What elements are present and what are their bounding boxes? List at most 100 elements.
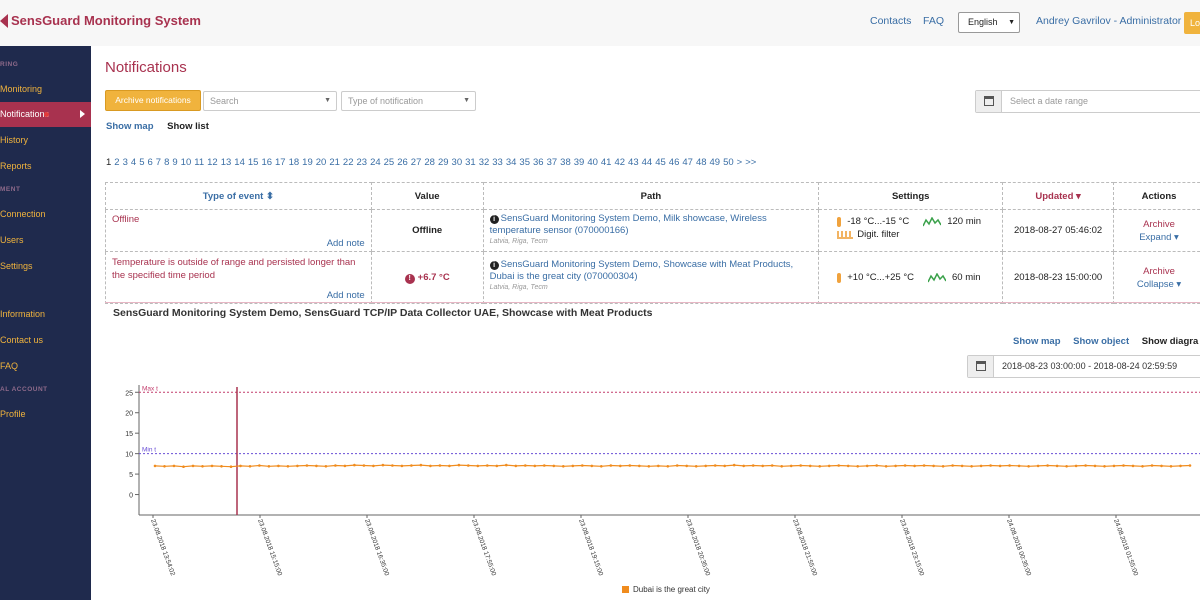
page-link[interactable]: 36 [533, 157, 544, 168]
view-switch: Show map Show list [106, 121, 209, 132]
page-link[interactable]: 42 [614, 157, 625, 168]
column-updated[interactable]: Updated ▾ [1002, 182, 1115, 210]
data-point [239, 464, 242, 468]
page-link[interactable]: 6 [147, 157, 152, 168]
language-select[interactable]: English ▼ [958, 12, 1020, 33]
filter-icon [837, 230, 854, 239]
detail-title: SensGuard Monitoring System Demo, SensGu… [113, 307, 653, 319]
page-link[interactable]: 34 [506, 157, 517, 168]
page-link[interactable]: 40 [587, 157, 598, 168]
collapse-link[interactable]: Collapse ▾ [1137, 279, 1181, 290]
page-link[interactable]: 30 [452, 157, 463, 168]
add-note-link[interactable]: Add note [327, 290, 365, 301]
page-link[interactable]: 31 [465, 157, 476, 168]
chart-date-range-picker[interactable]: 2018-08-23 03:00:00 - 2018-08-24 02:59:5… [967, 355, 1200, 378]
sidebar-item-history[interactable]: History [0, 135, 28, 145]
show-object-link[interactable]: Show object [1073, 336, 1129, 347]
show-map-link[interactable]: Show map [106, 121, 154, 132]
page-link[interactable]: 21 [329, 157, 340, 168]
page-link[interactable]: 23 [356, 157, 367, 168]
page-link[interactable]: 32 [479, 157, 490, 168]
page-link[interactable]: 2 [114, 157, 119, 168]
path-link[interactable]: SensGuard Monitoring System Demo, Milk s… [490, 213, 767, 236]
page-link[interactable]: 26 [397, 157, 408, 168]
sidebar-item-monitoring[interactable]: Monitoring [0, 84, 42, 94]
date-range-picker[interactable]: Select a date range [975, 90, 1200, 113]
page-link[interactable]: 16 [261, 157, 272, 168]
detail-show-map-link[interactable]: Show map [1013, 336, 1061, 347]
page-link[interactable]: 29 [438, 157, 449, 168]
page-link[interactable]: 39 [574, 157, 585, 168]
page-link[interactable]: 19 [302, 157, 313, 168]
data-point [875, 464, 878, 467]
sidebar-item-settings[interactable]: Settings [0, 261, 33, 271]
page-link[interactable]: 24 [370, 157, 381, 168]
sidebar-item-contact-us[interactable]: Contact us [0, 335, 43, 345]
page-link[interactable]: 49 [710, 157, 721, 168]
brand[interactable]: SensGuard Monitoring System [0, 13, 201, 28]
page-link[interactable]: 17 [275, 157, 286, 168]
page-link[interactable]: > [737, 157, 743, 168]
page-link[interactable]: 43 [628, 157, 639, 168]
page-link[interactable]: >> [745, 157, 756, 168]
page-link[interactable]: 10 [181, 157, 192, 168]
page-link[interactable]: 35 [519, 157, 530, 168]
page-link[interactable]: 7 [156, 157, 161, 168]
archive-link[interactable]: Archive [1143, 266, 1175, 277]
page-link[interactable]: 47 [682, 157, 693, 168]
sidebar-item-connection[interactable]: Connection [0, 209, 46, 219]
path-link[interactable]: SensGuard Monitoring System Demo, Showca… [490, 259, 794, 282]
page-link[interactable]: 11 [194, 157, 204, 168]
add-note-link[interactable]: Add note [327, 238, 365, 249]
archive-link[interactable]: Archive [1143, 219, 1175, 230]
page-link[interactable]: 15 [248, 157, 259, 168]
page-link[interactable]: 44 [642, 157, 653, 168]
column-type[interactable]: Type of event ⬍ [105, 182, 372, 210]
page-link[interactable]: 38 [560, 157, 571, 168]
page-link[interactable]: 50 [723, 157, 734, 168]
sidebar-item-information[interactable]: Information [0, 309, 45, 319]
page-link[interactable]: 33 [492, 157, 503, 168]
pagination[interactable]: 1 2 3 4 5 6 7 8 9 10 11 12 13 14 15 16 17 18 19 20 21 22 23 24 2… [106, 157, 759, 168]
sidebar-item-profile[interactable]: Profile [0, 409, 26, 419]
sidebar-item-notifications[interactable]: Notifications [0, 102, 91, 127]
page-link[interactable]: 41 [601, 157, 612, 168]
actions-cell: Archive Collapse ▾ [1113, 251, 1200, 304]
faq-link[interactable]: FAQ [923, 15, 944, 27]
page-link[interactable]: 18 [289, 157, 300, 168]
event-type: Temperature is outside of range and pers… [112, 257, 356, 281]
sidebar-heading-account: AL ACCOUNT [0, 386, 48, 393]
search-select[interactable]: Search ▼ [203, 91, 337, 111]
page-link[interactable]: 27 [411, 157, 422, 168]
page-link[interactable]: 3 [123, 157, 128, 168]
calendar-button[interactable] [968, 356, 994, 377]
page-link[interactable]: 13 [221, 157, 232, 168]
page-link[interactable]: 8 [164, 157, 169, 168]
page-link[interactable]: 22 [343, 157, 354, 168]
page-link[interactable]: 25 [384, 157, 395, 168]
data-point [818, 465, 821, 468]
expand-link[interactable]: Expand ▾ [1139, 232, 1179, 243]
page-link[interactable]: 5 [139, 157, 144, 168]
page-link[interactable]: 48 [696, 157, 707, 168]
sidebar-item-reports[interactable]: Reports [0, 161, 32, 171]
contacts-link[interactable]: Contacts [870, 15, 911, 27]
page-link[interactable]: 12 [207, 157, 218, 168]
page-link[interactable]: 28 [424, 157, 435, 168]
archive-notifications-button[interactable]: Archive notifications [105, 90, 201, 111]
user-menu[interactable]: Andrey Gavrilov - Administrator [1036, 15, 1181, 27]
page-link[interactable]: 20 [316, 157, 327, 168]
page-link[interactable]: 46 [669, 157, 680, 168]
page-link[interactable]: 45 [655, 157, 666, 168]
range-value: -18 °C...-15 °C [847, 216, 910, 227]
page-link[interactable]: 4 [131, 157, 136, 168]
notification-type-select[interactable]: Type of notification ▼ [341, 91, 476, 111]
page-link[interactable]: 9 [172, 157, 177, 168]
chart-legend[interactable]: Dubai is the great city [622, 585, 710, 594]
logout-button[interactable]: Lo [1184, 12, 1200, 34]
calendar-button[interactable] [976, 91, 1002, 112]
sidebar-item-faq[interactable]: FAQ [0, 361, 18, 371]
page-link[interactable]: 14 [234, 157, 245, 168]
sidebar-item-users[interactable]: Users [0, 235, 24, 245]
page-link[interactable]: 37 [547, 157, 558, 168]
